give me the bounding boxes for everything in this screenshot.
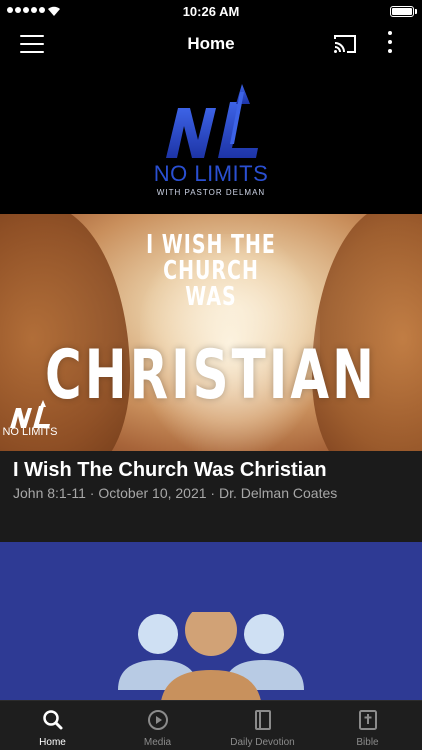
tab-bar: Home Media Daily Devotion Bible [0, 700, 422, 750]
tab-home[interactable]: Home [0, 701, 105, 750]
banner-tagline: WITH PASTOR DELMAN [156, 188, 266, 197]
tab-media[interactable]: Media [105, 701, 210, 750]
no-limits-small-logo [10, 400, 50, 428]
tab-daily-devotion[interactable]: Daily Devotion [210, 701, 315, 750]
home-feed[interactable]: NO LIMITS WITH PASTOR DELMAN I WISH THE … [0, 66, 422, 700]
artwork-main-word: CHRISTIAN [45, 335, 377, 415]
tab-bible[interactable]: Bible [315, 701, 420, 750]
book-icon [254, 710, 271, 730]
battery-tip [415, 9, 417, 14]
nav-bar: Home [0, 22, 422, 66]
status-time: 10:26 AM [182, 4, 240, 19]
people-group-icon [118, 612, 304, 700]
sermon-card[interactable]: I WISH THE CHURCH WAS CHRISTIAN NO LIMIT… [0, 214, 422, 542]
search-icon [42, 710, 62, 730]
group-card[interactable] [0, 542, 422, 700]
tab-label-bible: Bible [356, 737, 379, 748]
tab-label-media: Media [143, 737, 172, 748]
artwork-line-3: WAS [185, 282, 237, 312]
sermon-artwork[interactable]: I WISH THE CHURCH WAS CHRISTIAN NO LIMIT… [0, 214, 422, 451]
battery-icon [390, 6, 414, 17]
bible-cross-icon [358, 710, 377, 730]
tab-label-home: Home [39, 737, 66, 748]
page-title: Home [187, 34, 235, 53]
sermon-title[interactable]: I Wish The Church Was Christian [13, 459, 327, 482]
more-vertical-icon[interactable] [383, 31, 397, 57]
small-logo-text: NO LIMITS [2, 426, 58, 438]
tab-label-daily-devotion: Daily Devotion [230, 737, 295, 748]
cast-icon[interactable] [333, 33, 357, 55]
banner-brand: NO LIMITS [153, 161, 269, 186]
status-bar: 10:26 AM [0, 0, 422, 22]
sermon-meta: John 8:1-11 · October 10, 2021 · Dr. Del… [13, 485, 338, 501]
play-circle-icon [147, 710, 168, 730]
brand-banner[interactable]: NO LIMITS WITH PASTOR DELMAN [0, 66, 422, 214]
